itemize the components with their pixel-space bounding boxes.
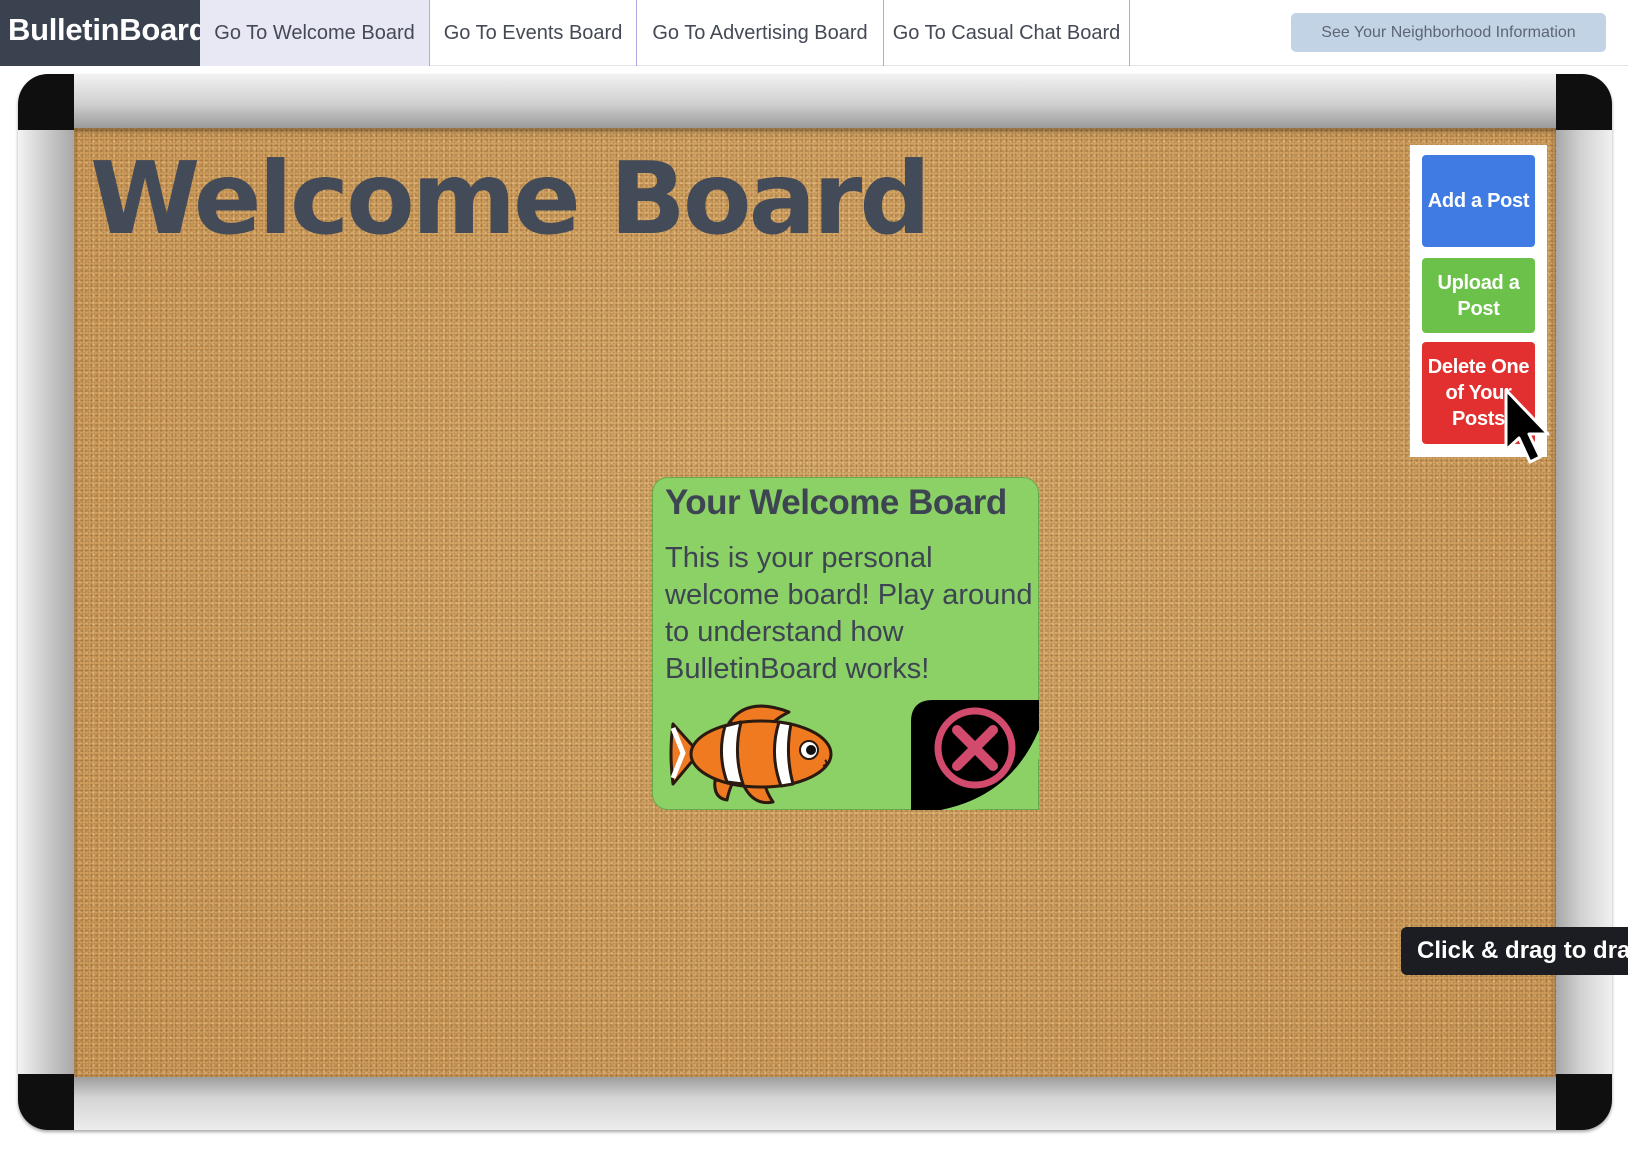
frame-corner-top-left	[18, 74, 74, 130]
add-post-button[interactable]: Add a Post	[1422, 155, 1535, 247]
note-body: This is your personal welcome board! Pla…	[665, 542, 1033, 685]
tab-welcome-board[interactable]: Go To Welcome Board	[200, 0, 430, 66]
upload-post-button[interactable]: Upload a Post	[1422, 258, 1535, 333]
add-post-label: Add a Post	[1427, 190, 1530, 212]
clownfish-image	[669, 704, 833, 805]
frame-corner-bottom-right	[1556, 1074, 1612, 1130]
welcome-post-note[interactable]: Your Welcome Board This is your personal…	[652, 477, 1039, 810]
note-title: Your Welcome Board	[665, 483, 1007, 522]
tab-advertising-board[interactable]: Go To Advertising Board	[637, 0, 884, 66]
frame-corner-top-right	[1556, 74, 1612, 130]
upload-post-label: Upload a Post	[1437, 271, 1520, 320]
tab-events-board[interactable]: Go To Events Board	[430, 0, 637, 66]
top-navbar: BulletinBoard Go To Welcome Board Go To …	[0, 0, 1628, 66]
board-title: Welcome Board	[90, 140, 931, 257]
frame-bottom-rail	[68, 1076, 1562, 1130]
frame-top-rail	[68, 74, 1562, 128]
close-circle-icon[interactable]	[931, 704, 1019, 792]
frame-corner-bottom-left	[18, 1074, 74, 1130]
neighborhood-info-button[interactable]: See Your Neighborhood Information	[1291, 13, 1606, 52]
tab-casual-chat-board[interactable]: Go To Casual Chat Board	[884, 0, 1130, 66]
mouse-cursor-icon	[1504, 388, 1550, 464]
drag-hint-tooltip: Click & drag to dra	[1401, 927, 1628, 975]
brand-logo[interactable]: BulletinBoard	[0, 0, 208, 66]
frame-left-rail	[18, 124, 74, 1080]
